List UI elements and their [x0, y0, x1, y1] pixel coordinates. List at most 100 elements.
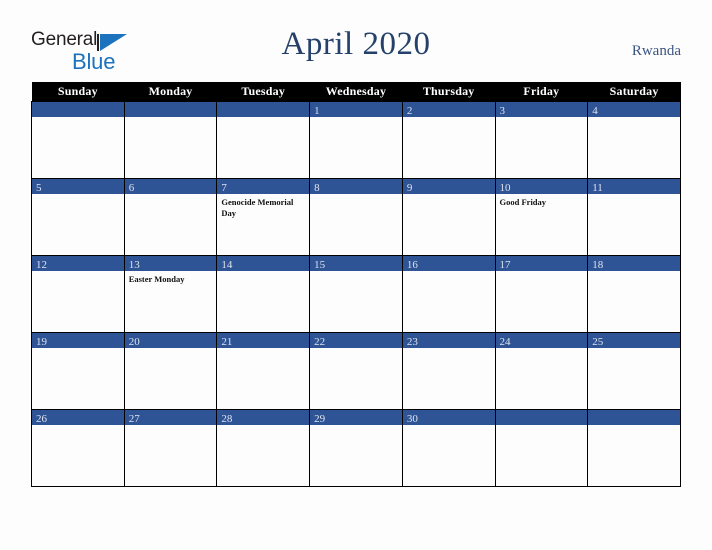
calendar-day-cell[interactable]: 20	[123, 332, 218, 410]
day-cell-inner: 10 Good Friday	[495, 179, 588, 255]
calendar-day-cell[interactable]: 7 Genocide Memorial Day	[216, 178, 311, 256]
day-events	[496, 425, 588, 428]
day-number: 17	[499, 259, 511, 271]
calendar-day-cell[interactable]: 1	[309, 101, 403, 179]
day-number-band: 28	[217, 410, 310, 425]
calendar-day-cell[interactable]: 12	[31, 255, 125, 333]
weekday-header-tuesday: Tuesday	[216, 82, 310, 102]
weekday-header-sunday: Sunday	[31, 82, 125, 102]
day-number: 16	[406, 259, 418, 271]
day-cell-inner: 9	[402, 179, 495, 255]
day-number: 23	[406, 336, 418, 348]
day-cell-inner: 12	[32, 256, 124, 332]
calendar-day-cell[interactable]: 6	[123, 178, 218, 256]
day-events	[32, 425, 124, 428]
day-cell-inner: 26	[32, 410, 124, 486]
calendar-day-cell[interactable]: 24	[494, 332, 589, 410]
day-events	[403, 117, 495, 120]
calendar-week-row: 26 27 28 29 30	[31, 409, 681, 487]
calendar-day-cell[interactable]	[587, 409, 681, 487]
holiday-event: Genocide Memorial Day	[221, 197, 294, 219]
day-cell-inner: 22	[310, 333, 402, 409]
day-events	[217, 425, 309, 428]
calendar-day-cell[interactable]: 17	[494, 255, 589, 333]
calendar-day-cell[interactable]: 15	[309, 255, 403, 333]
calendar-day-cell[interactable]	[216, 101, 311, 179]
day-events	[403, 348, 495, 351]
day-events	[588, 271, 680, 274]
calendar-day-cell[interactable]: 3	[494, 101, 589, 179]
day-number: 8	[314, 182, 320, 194]
day-number-band: 23	[402, 333, 495, 348]
day-events	[310, 117, 402, 120]
day-cell-inner: 24	[495, 333, 588, 409]
day-number-band: 15	[310, 256, 402, 271]
calendar-day-cell[interactable]: 9	[401, 178, 496, 256]
calendar-day-cell[interactable]: 10 Good Friday	[494, 178, 589, 256]
calendar-day-cell[interactable]: 11	[587, 178, 681, 256]
calendar-day-cell[interactable]: 18	[587, 255, 681, 333]
day-events	[125, 194, 217, 197]
day-number-band: 7	[217, 179, 310, 194]
day-number: 13	[128, 259, 140, 271]
day-number: 28	[221, 413, 233, 425]
calendar-day-cell[interactable]: 4	[587, 101, 681, 179]
day-number: 22	[314, 336, 326, 348]
day-number: 10	[499, 182, 511, 194]
weekday-header-monday: Monday	[124, 82, 217, 102]
day-number-band: 30	[402, 410, 495, 425]
day-number-band: 22	[310, 333, 402, 348]
calendar-day-cell[interactable]: 22	[309, 332, 403, 410]
calendar-week-row: 12 13 Easter Monday 14 15 16 17 18	[31, 255, 681, 333]
calendar-day-cell[interactable]: 13 Easter Monday	[123, 255, 218, 333]
calendar-day-cell[interactable]: 16	[401, 255, 496, 333]
calendar-day-cell[interactable]: 2	[401, 101, 496, 179]
day-number: 14	[221, 259, 233, 271]
calendar-day-cell[interactable]	[31, 101, 125, 179]
page-header: General Blue April 2020 Rwanda	[0, 0, 712, 82]
day-cell-inner: 6	[124, 179, 217, 255]
day-number: 24	[499, 336, 511, 348]
day-number: 26	[36, 413, 47, 425]
day-events	[588, 117, 680, 120]
calendar-day-cell[interactable]	[494, 409, 589, 487]
calendar-day-cell[interactable]: 26	[31, 409, 125, 487]
weekday-header-thursday: Thursday	[402, 82, 496, 102]
day-events	[588, 425, 680, 428]
day-events	[125, 117, 217, 120]
calendar-day-cell[interactable]	[123, 101, 218, 179]
calendar-day-cell[interactable]: 19	[31, 332, 125, 410]
calendar-day-cell[interactable]: 14	[216, 255, 311, 333]
day-number-band: 13	[124, 256, 217, 271]
day-cell-inner	[32, 102, 124, 178]
calendar-day-cell[interactable]: 8	[309, 178, 403, 256]
calendar-day-cell[interactable]: 25	[587, 332, 681, 410]
day-number-band: 27	[124, 410, 217, 425]
day-events	[217, 271, 309, 274]
day-number-band: 20	[124, 333, 217, 348]
calendar-day-cell[interactable]: 28	[216, 409, 311, 487]
day-number: 6	[128, 182, 135, 194]
day-number: 21	[221, 336, 233, 348]
day-events	[496, 348, 588, 351]
calendar-day-cell[interactable]: 27	[123, 409, 218, 487]
calendar-day-cell[interactable]: 30	[401, 409, 496, 487]
day-number-band: 14	[217, 256, 310, 271]
day-cell-inner: 30	[402, 410, 495, 486]
day-cell-inner: 11	[588, 179, 680, 255]
day-number-band: 1	[310, 102, 402, 117]
day-cell-inner: 7 Genocide Memorial Day	[217, 179, 310, 255]
calendar-day-cell[interactable]: 29	[309, 409, 403, 487]
calendar-day-cell[interactable]: 23	[401, 332, 496, 410]
day-events	[588, 348, 680, 351]
day-number-band: 12	[32, 256, 124, 271]
day-cell-inner: 19	[32, 333, 124, 409]
day-cell-inner: 13 Easter Monday	[124, 256, 217, 332]
calendar-day-cell[interactable]: 5	[31, 178, 125, 256]
day-cell-inner: 21	[217, 333, 310, 409]
calendar-day-cell[interactable]: 21	[216, 332, 311, 410]
day-cell-inner: 25	[588, 333, 680, 409]
day-number-band: 16	[402, 256, 495, 271]
day-events	[32, 194, 124, 197]
day-events	[217, 117, 309, 120]
